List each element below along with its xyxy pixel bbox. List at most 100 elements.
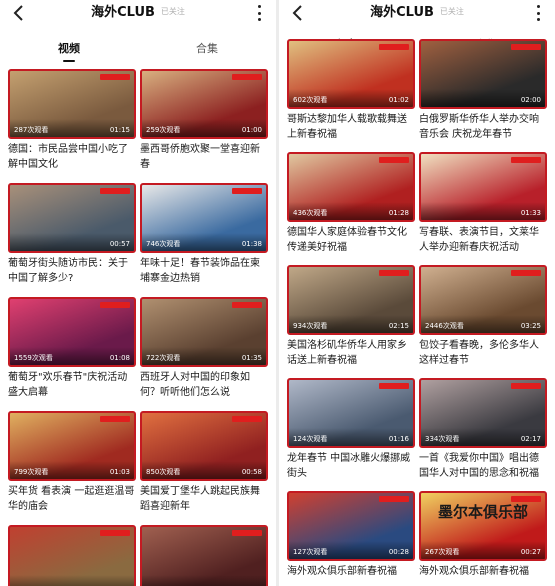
view-count: 850次观看 (146, 468, 181, 476)
video-card[interactable]: 1559次观看 01:08 葡萄牙"欢乐春节"庆祝活动盛大启幕 (8, 297, 136, 400)
video-card[interactable] (140, 525, 268, 586)
thumbnail-shade (142, 575, 266, 586)
video-thumbnail[interactable] (140, 525, 268, 586)
view-count: 334次观看 (425, 435, 460, 443)
video-title[interactable]: 德国：市民品尝中国小吃了解中国文化 (8, 142, 136, 172)
video-title[interactable]: 美国爱丁堡华人跳起民族舞蹈喜迎新年 (140, 484, 268, 514)
view-count: 259次观看 (146, 126, 181, 134)
video-thumbnail[interactable]: 722次观看 01:35 (140, 297, 268, 367)
channel-logo-badge (100, 302, 130, 308)
video-card[interactable]: 334次观看 02:17 一首《我爱你中国》唱出德国华人对中国的思念和祝福 (419, 378, 547, 481)
video-card[interactable] (8, 525, 136, 586)
video-card[interactable]: 934次观看 02:15 美国洛杉矶华侨华人用家乡话送上新春祝福 (287, 265, 415, 368)
video-card[interactable]: 124次观看 01:16 龙年春节 中国冰雕火爆挪威街头 (287, 378, 415, 481)
video-title[interactable]: 西班牙人对中国的印象如何？听听他们怎么说 (140, 370, 268, 400)
video-title[interactable]: 海外观众俱乐部新春祝福 (419, 564, 547, 586)
channel-logo-badge (232, 74, 262, 80)
more-dot-icon (257, 11, 261, 15)
follow-status[interactable]: 已关注 (440, 7, 464, 16)
video-duration: 01:38 (241, 240, 262, 248)
video-title[interactable]: 德国华人家庭体验春节文化传递美好祝福 (287, 225, 415, 255)
more-options-button[interactable] (531, 3, 545, 23)
video-title[interactable]: 写春联、表演节目，文莱华人举办迎新春庆祝活动 (419, 225, 547, 255)
video-thumbnail[interactable]: 124次观看 01:16 (287, 378, 415, 448)
video-thumbnail[interactable]: 334次观看 02:17 (419, 378, 547, 448)
channel-logo-badge (511, 157, 541, 163)
video-thumbnail[interactable]: 1559次观看 01:08 (8, 297, 136, 367)
view-count: 267次观看 (425, 548, 460, 556)
video-title[interactable]: 一首《我爱你中国》唱出德国华人对中国的思念和祝福 (419, 451, 547, 481)
video-thumbnail[interactable]: 127次观看 00:28 (287, 491, 415, 561)
video-card[interactable]: 722次观看 01:35 西班牙人对中国的印象如何？听听他们怎么说 (140, 297, 268, 400)
video-title[interactable]: 墨西哥侨胞欢聚一堂喜迎新春 (140, 142, 268, 172)
video-thumbnail[interactable]: 01:33 (419, 152, 547, 222)
video-title[interactable]: 年味十足！春节装饰品在柬埔寨金边热销 (140, 256, 268, 286)
channel-logo-badge (379, 383, 409, 389)
active-tab-indicator (63, 60, 75, 62)
channel-logo-badge (100, 416, 130, 422)
view-count: 127次观看 (293, 548, 328, 556)
video-thumbnail[interactable]: 850次观看 00:58 (140, 411, 268, 481)
video-card[interactable]: 2446次观看 03:25 包饺子看春晚，多伦多华人这样过春节 (419, 265, 547, 368)
video-thumbnail[interactable]: 墨尔本俱乐部 267次观看 00:27 (419, 491, 547, 561)
video-duration: 01:00 (241, 126, 262, 134)
channel-logo-badge (232, 416, 262, 422)
channel-logo-badge (100, 530, 130, 536)
thumbnail-shade (10, 575, 134, 586)
video-duration: 01:28 (388, 209, 409, 217)
video-card[interactable]: 746次观看 01:38 年味十足！春节装饰品在柬埔寨金边热销 (140, 183, 268, 286)
video-duration: 02:15 (388, 322, 409, 330)
video-title[interactable]: 买年货 看表演 一起逛逛温哥华的庙会 (8, 484, 136, 514)
video-title[interactable]: 包饺子看春晚，多伦多华人这样过春节 (419, 338, 547, 368)
video-card[interactable]: 127次观看 00:28 海外观众俱乐部新春祝福 (287, 491, 415, 586)
tab-videos[interactable]: 视频 (0, 40, 138, 66)
tab-bar: 视频 合集 (0, 40, 276, 66)
channel-logo-badge (232, 302, 262, 308)
channel-logo-badge (511, 496, 541, 502)
video-title[interactable]: 龙年春节 中国冰雕火爆挪威街头 (287, 451, 415, 481)
video-title[interactable]: 哥斯达黎加华人载歌载舞送上新春祝福 (287, 112, 415, 142)
video-duration: 01:35 (241, 354, 262, 362)
video-thumbnail[interactable]: 2446次观看 03:25 (419, 265, 547, 335)
view-count: 602次观看 (293, 96, 328, 104)
video-card[interactable]: 602次观看 01:02 哥斯达黎加华人载歌载舞送上新春祝福 (287, 39, 415, 142)
video-duration: 01:02 (388, 96, 409, 104)
video-card[interactable]: 436次观看 01:28 德国华人家庭体验春节文化传递美好祝福 (287, 152, 415, 255)
video-thumbnail[interactable]: 436次观看 01:28 (287, 152, 415, 222)
follow-status[interactable]: 已关注 (161, 7, 185, 16)
video-card[interactable]: 259次观看 01:00 墨西哥侨胞欢聚一堂喜迎新春 (140, 69, 268, 172)
header-title-area: 海外CLUB 已关注 (279, 3, 555, 22)
more-dot-icon (536, 5, 540, 8)
video-thumbnail[interactable]: 02:00 (419, 39, 547, 109)
tab-collections[interactable]: 合集 (138, 40, 276, 66)
channel-logo-badge (379, 157, 409, 163)
video-duration: 01:33 (520, 209, 541, 217)
tab-videos-label: 视频 (58, 42, 80, 55)
video-duration: 01:03 (109, 468, 130, 476)
video-thumbnail[interactable] (8, 525, 136, 586)
video-duration: 00:28 (388, 548, 409, 556)
header-title-area: 海外CLUB 已关注 (0, 3, 276, 22)
video-title[interactable]: 海外观众俱乐部新春祝福 (287, 564, 415, 586)
more-options-button[interactable] (252, 3, 266, 23)
video-thumbnail[interactable]: 259次观看 01:00 (140, 69, 268, 139)
video-thumbnail[interactable]: 287次观看 01:15 (8, 69, 136, 139)
video-title[interactable]: 白俄罗斯华侨华人举办交响音乐会 庆祝龙年春节 (419, 112, 547, 142)
video-card[interactable]: 02:00 白俄罗斯华侨华人举办交响音乐会 庆祝龙年春节 (419, 39, 547, 142)
channel-logo-badge (379, 270, 409, 276)
video-title[interactable]: 葡萄牙"欢乐春节"庆祝活动盛大启幕 (8, 370, 136, 400)
video-card[interactable]: 799次观看 01:03 买年货 看表演 一起逛逛温哥华的庙会 (8, 411, 136, 514)
video-thumbnail[interactable]: 602次观看 01:02 (287, 39, 415, 109)
video-title[interactable]: 葡萄牙街头随访市民：关于中国了解多少? (8, 256, 136, 286)
video-card[interactable]: 287次观看 01:15 德国：市民品尝中国小吃了解中国文化 (8, 69, 136, 172)
video-thumbnail[interactable]: 934次观看 02:15 (287, 265, 415, 335)
video-thumbnail[interactable]: 746次观看 01:38 (140, 183, 268, 253)
channel-logo-badge (232, 188, 262, 194)
video-card[interactable]: 01:33 写春联、表演节目，文莱华人举办迎新春庆祝活动 (419, 152, 547, 255)
video-title[interactable]: 美国洛杉矶华侨华人用家乡话送上新春祝福 (287, 338, 415, 368)
video-card[interactable]: 00:57 葡萄牙街头随访市民：关于中国了解多少? (8, 183, 136, 286)
video-thumbnail[interactable]: 00:57 (8, 183, 136, 253)
video-card[interactable]: 850次观看 00:58 美国爱丁堡华人跳起民族舞蹈喜迎新年 (140, 411, 268, 514)
video-thumbnail[interactable]: 799次观看 01:03 (8, 411, 136, 481)
video-card[interactable]: 墨尔本俱乐部 267次观看 00:27 海外观众俱乐部新春祝福 (419, 491, 547, 586)
